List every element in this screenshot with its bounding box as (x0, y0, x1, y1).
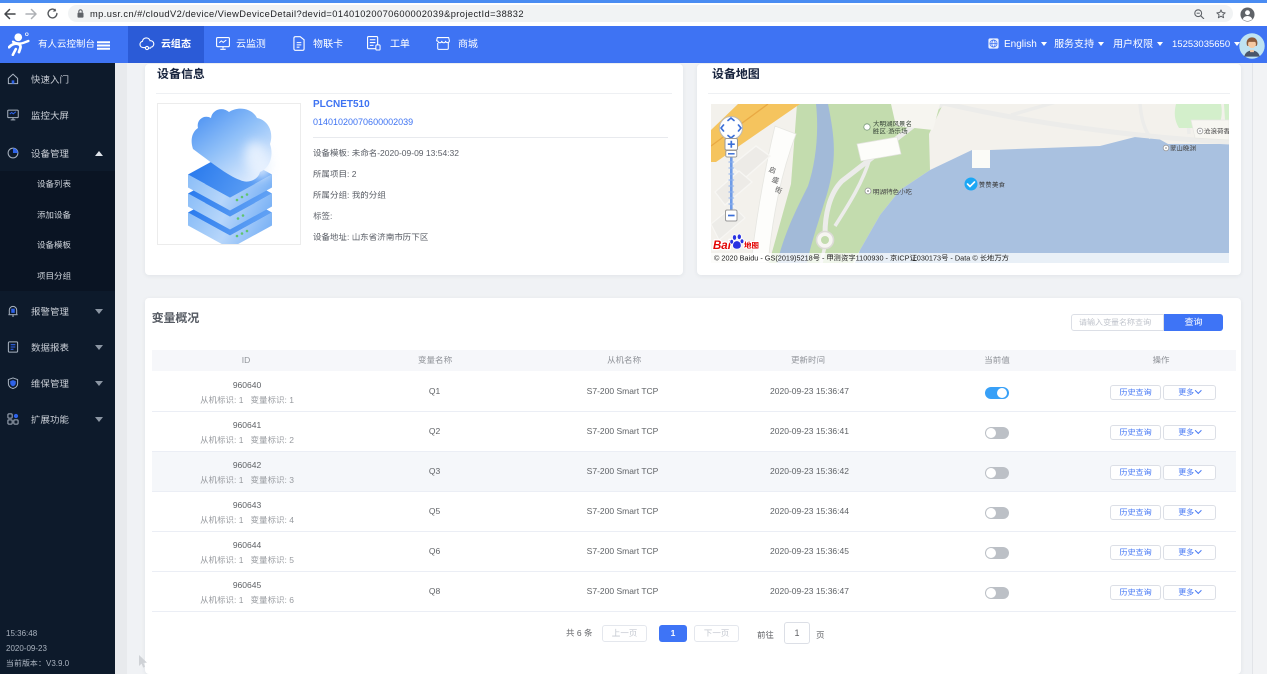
svg-text:Bai: Bai (713, 240, 732, 252)
svg-text:蒙山晚渊: 蒙山晚渊 (1170, 145, 1197, 153)
svg-text:赞赞美食: 赞赞美食 (979, 181, 1006, 189)
svg-text:胜区·游乐场: 胜区·游乐场 (872, 128, 908, 136)
svg-text:© 2020 Baidu - GS(2019)5218号 -: © 2020 Baidu - GS(2019)5218号 - 甲测资字11009… (714, 254, 1009, 263)
svg-text:大明湖风景名: 大明湖风景名 (873, 120, 912, 128)
svg-text:明湖特色小吃: 明湖特色小吃 (873, 188, 913, 196)
svg-text:沧浪荷香: 沧浪荷香 (1203, 128, 1229, 136)
svg-text:地图: 地图 (744, 240, 759, 251)
